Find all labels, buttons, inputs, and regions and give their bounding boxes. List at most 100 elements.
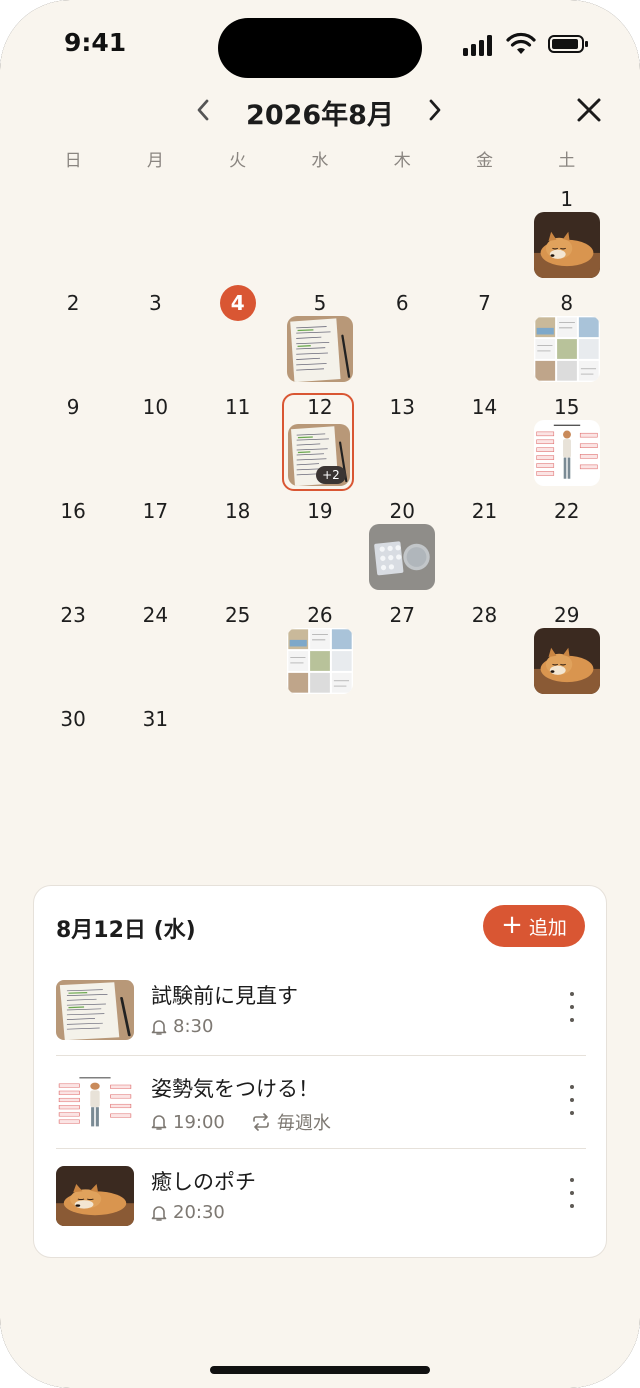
selected-date: 8月12日 (水): [56, 918, 196, 943]
day-cell-27[interactable]: 27: [361, 598, 443, 702]
day-number: 2: [66, 291, 80, 315]
day-number: 4: [197, 285, 279, 321]
day-number: 24: [142, 603, 169, 627]
day-cell-7[interactable]: 7: [443, 286, 525, 390]
day-cell-5[interactable]: 5: [279, 286, 361, 390]
day-photo-thumbnail[interactable]: [533, 628, 600, 694]
day-number: 20: [389, 499, 415, 523]
day-number: 9: [66, 395, 80, 419]
day-number: 8: [560, 291, 574, 315]
day-number: 21: [471, 499, 498, 523]
day-cell-2[interactable]: 2: [32, 286, 114, 390]
day-cell-10[interactable]: 10: [114, 390, 196, 494]
empty-cell: [279, 182, 361, 286]
day-cell-14[interactable]: 14: [443, 390, 525, 494]
day-number: 17: [142, 499, 169, 523]
day-cell-9[interactable]: 9: [32, 390, 114, 494]
day-cell-1[interactable]: 1: [526, 182, 608, 286]
day-number: 15: [554, 395, 580, 419]
next-month-button[interactable]: [420, 94, 450, 126]
day-cell-8[interactable]: 8: [526, 286, 608, 390]
reminder-time: 19:00: [173, 1111, 225, 1133]
day-cell-13[interactable]: 13: [361, 390, 443, 494]
day-cell-18[interactable]: 18: [197, 494, 279, 598]
day-number: 30: [60, 707, 86, 731]
more-options-button[interactable]: [564, 1178, 580, 1208]
day-cell-4[interactable]: 4: [197, 285, 279, 390]
close-button[interactable]: [574, 95, 604, 125]
day-cell-26[interactable]: 26: [279, 598, 361, 702]
signal-icon: [463, 34, 495, 56]
day-cell-6[interactable]: 6: [361, 286, 443, 390]
day-number: 28: [471, 603, 498, 627]
day-cell-29[interactable]: 29: [526, 598, 608, 702]
empty-cell: [197, 182, 279, 286]
day-cell-21[interactable]: 21: [443, 494, 525, 598]
day-number: 11: [224, 395, 251, 419]
battery-icon: [548, 35, 588, 53]
day-number: 29: [554, 603, 580, 627]
repeat-icon: [253, 1113, 269, 1131]
day-number: 27: [389, 603, 415, 627]
more-options-button[interactable]: [564, 992, 580, 1022]
empty-cell: [114, 182, 196, 286]
weekday-label: 日: [64, 151, 82, 171]
day-cell-30[interactable]: 30: [32, 702, 114, 806]
day-cell-19[interactable]: 19: [279, 494, 361, 598]
reminder-thumbnail: [56, 980, 134, 1040]
reminder-meta: 20:30: [151, 1202, 225, 1223]
day-cell-31[interactable]: 31: [114, 702, 196, 806]
add-button-label: 追加: [528, 916, 567, 939]
day-photo-thumbnail[interactable]: [286, 628, 353, 694]
day-cell-23[interactable]: 23: [32, 598, 114, 702]
day-number: 5: [313, 291, 327, 315]
reminder-title: 姿勢気をつける！: [151, 1077, 319, 1101]
empty-cell: [443, 182, 525, 286]
day-cell-24[interactable]: 24: [114, 598, 196, 702]
screen: 9:41 2026年8月 日月火水木金土 1 2 3 4 5 6 7 8 9 1…: [0, 0, 640, 1388]
day-cell-12[interactable]: 12 +2: [279, 390, 361, 494]
reminder-title: 癒しのポチ: [151, 1170, 256, 1194]
reminder-repeat: 毎週水: [276, 1113, 331, 1134]
reminder-row[interactable]: 癒しのポチ 20:30: [56, 1148, 586, 1241]
day-cell-11[interactable]: 11: [197, 390, 279, 494]
day-cell-25[interactable]: 25: [197, 598, 279, 702]
add-button[interactable]: + 追加: [483, 905, 585, 947]
more-options-button[interactable]: [564, 1085, 580, 1115]
day-photo-thumbnail[interactable]: [533, 420, 600, 486]
day-cell-15[interactable]: 15: [526, 390, 608, 494]
day-cell-22[interactable]: 22: [526, 494, 608, 598]
day-cell-16[interactable]: 16: [32, 494, 114, 598]
bell-icon: [151, 1019, 167, 1035]
day-photo-thumbnail[interactable]: +2: [287, 424, 350, 486]
day-cell-28[interactable]: 28: [443, 598, 525, 702]
day-number: 26: [307, 603, 333, 627]
day-detail-card: 8月12日 (水) + 追加 試験前に見直す 8:30 姿勢気をつける！ 19:…: [33, 885, 607, 1258]
reminder-meta: 8:30: [151, 1016, 213, 1037]
reminder-row[interactable]: 姿勢気をつける！ 19:00 毎週水: [56, 1055, 586, 1148]
day-number: 31: [142, 707, 169, 731]
day-number: 10: [142, 395, 169, 419]
weekday-label: 月: [146, 151, 164, 171]
day-cell-17[interactable]: 17: [114, 494, 196, 598]
day-number: 1: [560, 187, 574, 211]
day-number: 23: [60, 603, 86, 627]
chevron-right-icon: [429, 99, 441, 121]
day-cell-20[interactable]: 20: [361, 494, 443, 598]
day-photo-thumbnail[interactable]: [286, 316, 353, 382]
weekday-label: 金: [475, 151, 493, 171]
day-number: 7: [478, 291, 491, 315]
day-number: 12: [307, 395, 333, 419]
day-cell-3[interactable]: 3: [114, 286, 196, 390]
plus-icon: +: [501, 910, 523, 940]
day-photo-thumbnail[interactable]: [533, 212, 600, 278]
weekday-label: 木: [393, 151, 411, 171]
reminder-time: 20:30: [173, 1202, 225, 1223]
home-indicator[interactable]: [210, 1366, 430, 1374]
day-number: 22: [554, 499, 580, 523]
bell-icon: [151, 1115, 167, 1130]
day-photo-thumbnail[interactable]: [369, 524, 436, 590]
bell-icon: [151, 1205, 167, 1221]
day-number: 13: [389, 395, 415, 419]
day-photo-thumbnail[interactable]: [533, 316, 600, 382]
